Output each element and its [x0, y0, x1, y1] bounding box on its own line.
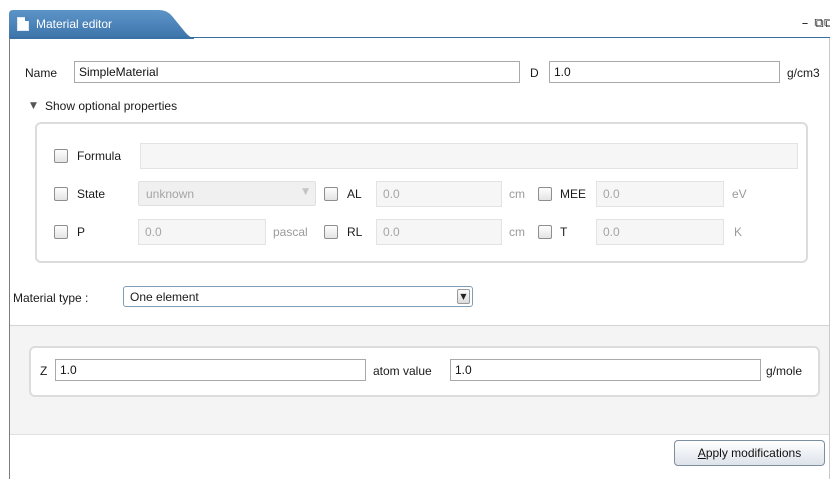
mee-checkbox[interactable]	[538, 187, 552, 201]
apply-modifications-button[interactable]: Apply modifications	[674, 440, 825, 466]
z-label: Z	[40, 364, 48, 378]
mee-label: MEE	[560, 187, 587, 201]
t-label: T	[560, 225, 568, 239]
formula-label: Formula	[77, 149, 122, 163]
rl-checkbox[interactable]	[324, 225, 338, 239]
density-unit: g/cm3	[787, 66, 820, 80]
p-unit: pascal	[273, 225, 308, 239]
chevron-down-icon[interactable]: ▼	[457, 289, 470, 304]
name-label: Name	[25, 66, 58, 80]
al-field[interactable]: 0.0	[376, 181, 502, 207]
mee-unit: eV	[732, 187, 747, 201]
atom-value-field[interactable]: 1.0	[450, 359, 761, 381]
minimize-icon[interactable]: –	[798, 16, 812, 32]
window-title: Material editor	[36, 17, 113, 31]
t-field[interactable]: 0.0	[596, 219, 724, 245]
triangle-down-icon[interactable]: ▼	[30, 101, 37, 111]
material-type-label: Material type :	[13, 291, 89, 305]
p-label: P	[77, 225, 86, 239]
al-unit: cm	[509, 187, 525, 201]
al-checkbox[interactable]	[324, 187, 338, 201]
p-field[interactable]: 0.0	[138, 219, 266, 245]
apply-label: pply modifications	[705, 446, 802, 460]
tab-underline	[9, 37, 830, 38]
state-select[interactable]: unknown ▼	[138, 181, 316, 206]
rl-unit: cm	[509, 225, 525, 239]
p-checkbox[interactable]	[54, 225, 68, 239]
atom-value-unit: g/mole	[766, 364, 803, 378]
mee-field[interactable]: 0.0	[596, 181, 724, 207]
t-checkbox[interactable]	[538, 225, 552, 239]
state-checkbox[interactable]	[54, 187, 68, 201]
apply-mnemonic: A	[697, 446, 706, 460]
chevron-down-icon: ▼	[302, 187, 309, 197]
density-field[interactable]: 1.0	[549, 61, 780, 83]
document-icon	[17, 17, 29, 31]
t-unit: K	[734, 225, 743, 239]
name-field[interactable]: SimpleMaterial	[74, 61, 520, 83]
material-type-select[interactable]: One element ▼	[123, 286, 473, 307]
material-type-value: One element	[130, 290, 199, 304]
state-select-value: unknown	[146, 187, 195, 201]
state-label: State	[77, 187, 106, 201]
z-field[interactable]: 1.0	[55, 359, 366, 381]
formula-checkbox[interactable]	[54, 149, 68, 163]
rl-label: RL	[347, 225, 363, 239]
al-label: AL	[347, 187, 362, 201]
rl-field[interactable]: 0.0	[376, 219, 502, 245]
restore-icon[interactable]: ⧉	[824, 16, 830, 32]
formula-field[interactable]	[140, 143, 798, 169]
show-optional-properties-toggle[interactable]: Show optional properties	[45, 99, 177, 113]
density-label: D	[530, 66, 539, 80]
atom-value-label: atom value	[373, 364, 432, 378]
